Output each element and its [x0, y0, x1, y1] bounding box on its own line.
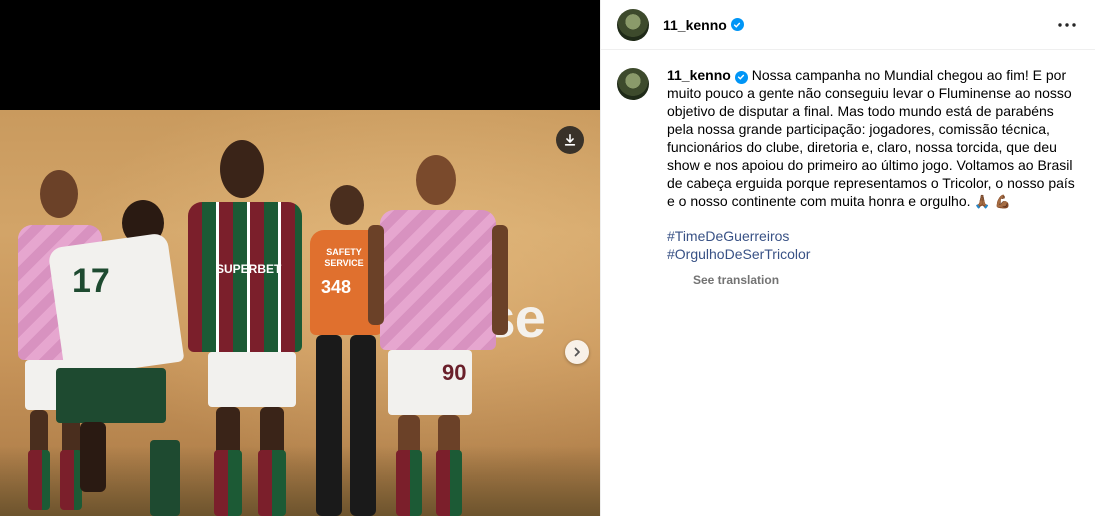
download-button[interactable]	[556, 126, 584, 154]
caption-comment: 11_kenno Nossa campanha no Mundial chego…	[601, 50, 1095, 287]
vest-number: 348	[320, 277, 352, 297]
hashtag-link[interactable]: #OrgulhoDeSerTricolor	[667, 245, 1077, 263]
post-view: ise SAFETY SERVICE 348	[0, 0, 1095, 516]
next-media-button[interactable]	[565, 340, 589, 364]
pray-emoji: 🙏🏾	[974, 194, 991, 209]
shorts-number: 90	[442, 360, 467, 385]
caption-block: 11_kenno Nossa campanha no Mundial chego…	[667, 66, 1077, 287]
caption-username[interactable]: 11_kenno	[667, 67, 731, 83]
avatar[interactable]	[617, 68, 649, 100]
verified-badge-icon	[734, 70, 748, 84]
caption-text-block: 11_kenno Nossa campanha no Mundial chego…	[667, 66, 1077, 211]
more-options-button[interactable]	[1055, 13, 1079, 37]
post-header: 11_kenno	[601, 0, 1095, 50]
more-horizontal-icon	[1058, 23, 1076, 27]
header-username[interactable]: 11_kenno	[663, 17, 727, 33]
player-bib-right: 90	[368, 155, 508, 516]
hashtag-list: #TimeDeGuerreiros #OrgulhoDeSerTricolor	[667, 227, 1077, 263]
hashtag-link[interactable]: #TimeDeGuerreiros	[667, 227, 1077, 245]
post-photo: ise SAFETY SERVICE 348	[0, 110, 600, 516]
avatar[interactable]	[617, 8, 649, 41]
player-opponent: 17	[47, 200, 190, 516]
download-icon	[564, 133, 576, 146]
verified-badge-icon	[730, 18, 744, 31]
player-fluminense: SUPERBET	[178, 140, 313, 516]
see-translation-button[interactable]: See translation	[693, 273, 1077, 287]
post-side-panel: 11_kenno 11_kenno Nossa campanha no Mund…	[600, 0, 1095, 516]
jersey-number: 17	[72, 262, 110, 300]
flex-emoji: 💪🏾	[994, 194, 1011, 209]
vest-text: SAFETY SERVICE	[324, 247, 364, 268]
chevron-right-icon	[574, 347, 580, 357]
caption-text: Nossa campanha no Mundial chegou ao fim!…	[667, 67, 1075, 209]
post-media: ise SAFETY SERVICE 348	[0, 0, 600, 516]
jersey-sponsor: SUPERBET	[216, 262, 282, 276]
